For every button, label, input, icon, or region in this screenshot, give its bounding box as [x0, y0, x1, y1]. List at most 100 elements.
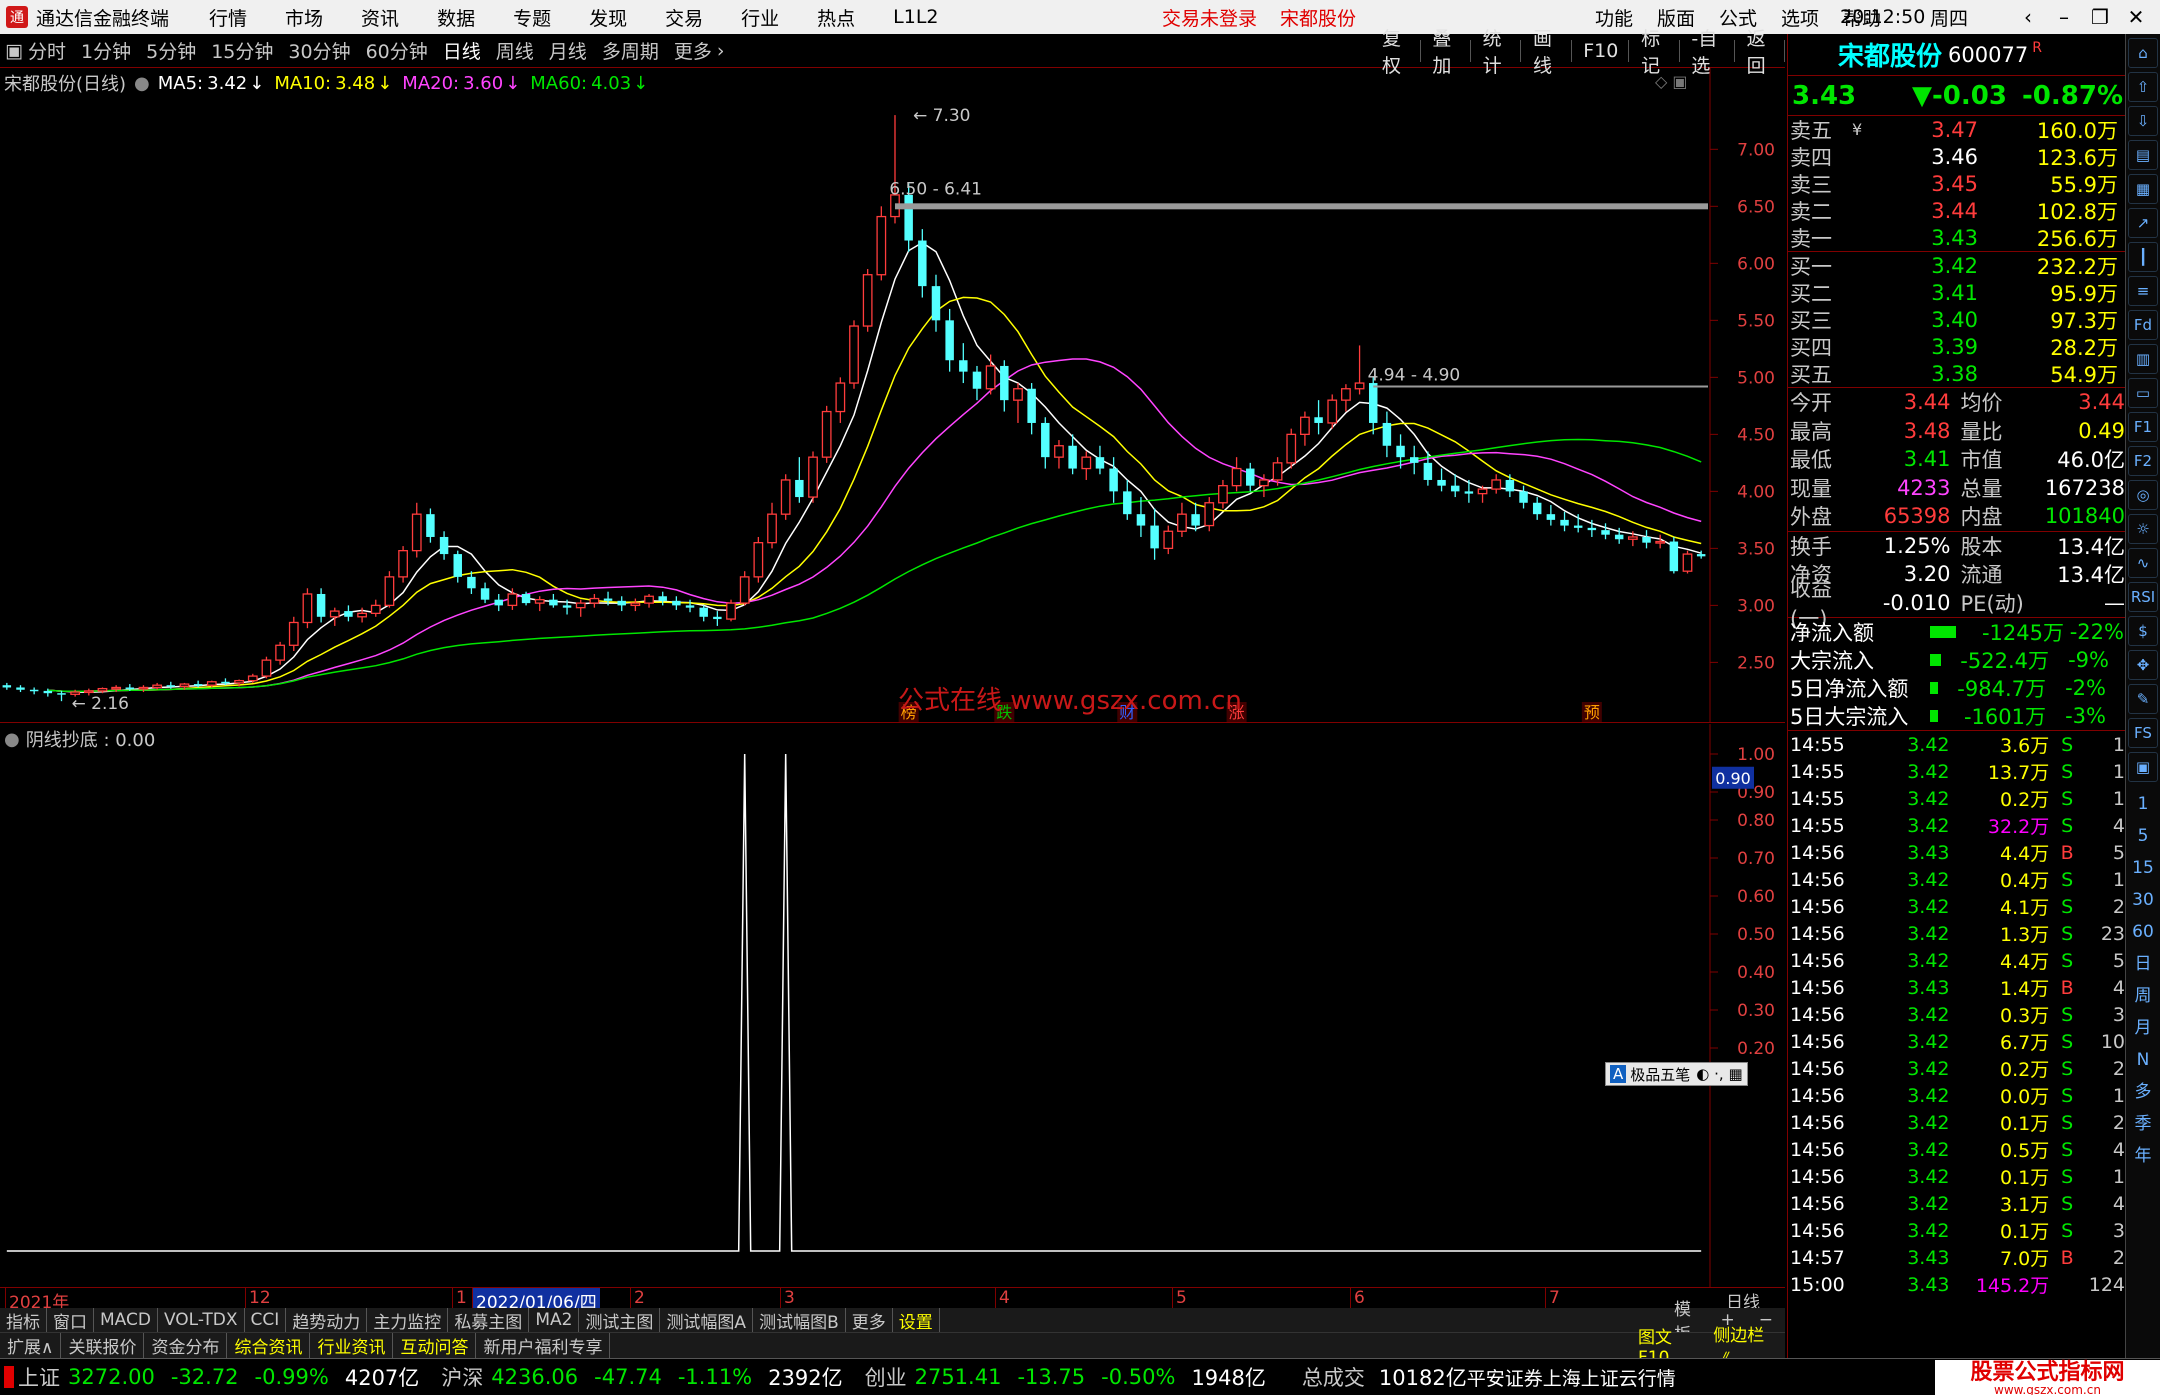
- candle[interactable]: [1013, 383, 1023, 423]
- candle[interactable]: [795, 457, 804, 503]
- candle[interactable]: [1204, 497, 1215, 532]
- extension-tab-1[interactable]: 关联报价: [61, 1332, 145, 1359]
- menu-8[interactable]: 热点: [817, 4, 855, 31]
- candle[interactable]: [575, 599, 586, 617]
- candle[interactable]: [1682, 550, 1693, 574]
- extension-tab-6[interactable]: 新用户福利专享: [476, 1332, 611, 1359]
- candle[interactable]: [1669, 536, 1679, 574]
- up-icon[interactable]: ⇧: [2128, 72, 2158, 102]
- candle[interactable]: [1123, 479, 1132, 520]
- candle[interactable]: [1396, 434, 1405, 469]
- extension-tab-2[interactable]: 资金分布: [144, 1332, 228, 1359]
- candle[interactable]: [275, 641, 285, 665]
- tool-period-10[interactable]: 季: [2126, 1108, 2160, 1140]
- kline-svg[interactable]: 7.00 6.50 6.00 5.50 5.00 4.50 4.00 3.50 3.00 2.50…: [0, 68, 1785, 723]
- tick-row[interactable]: 14:56 3.42 0.4万 S 1: [1788, 866, 2125, 893]
- candle[interactable]: [589, 593, 600, 608]
- period-right-4[interactable]: F10: [1583, 40, 1618, 62]
- candle[interactable]: [1191, 502, 1200, 532]
- kline-icon[interactable]: ┃: [2128, 242, 2158, 272]
- indicator-tab-13[interactable]: 设置: [893, 1308, 940, 1333]
- candle[interactable]: [398, 546, 408, 583]
- tick-row[interactable]: 14:55 3.42 32.2万 S 4: [1788, 812, 2125, 839]
- candle[interactable]: [1218, 479, 1228, 509]
- candle[interactable]: [1027, 383, 1036, 435]
- candle[interactable]: [57, 690, 66, 702]
- tick-row[interactable]: 14:56 3.42 0.1万 S 3: [1788, 1217, 2125, 1244]
- candle[interactable]: [699, 605, 708, 622]
- candle[interactable]: [453, 550, 462, 583]
- candle[interactable]: [411, 502, 422, 558]
- candle[interactable]: [288, 616, 299, 651]
- candle[interactable]: [1519, 485, 1528, 509]
- candle[interactable]: [918, 229, 927, 298]
- tool-period-0[interactable]: 1: [2126, 788, 2160, 820]
- candle[interactable]: [344, 605, 353, 622]
- candle[interactable]: [808, 451, 818, 503]
- book-row[interactable]: 买二 3.41 95.9万: [1788, 279, 2125, 306]
- candle[interactable]: [713, 611, 722, 626]
- index-1[interactable]: 沪深 4236.06 -47.74 -1.11% 2392亿: [441, 1362, 842, 1392]
- indicator-tab-7[interactable]: 私募主图: [448, 1308, 530, 1333]
- indicator-tab-0[interactable]: 指标: [0, 1308, 47, 1333]
- ime-mode-icon[interactable]: ◐ ·, ▦: [1696, 1065, 1742, 1083]
- indicator-svg[interactable]: 1.000.900.800.700.600.500.400.300.200.90: [0, 724, 1785, 1287]
- book-row[interactable]: 卖四 3.46 123.6万: [1788, 143, 2125, 170]
- top-stock-name[interactable]: 宋都股份: [1280, 4, 1356, 31]
- candle[interactable]: [2, 682, 12, 690]
- index-2[interactable]: 创业 2751.41 -13.75 -0.50% 1948亿: [865, 1362, 1266, 1392]
- home-icon[interactable]: ⌂: [2128, 38, 2158, 68]
- candle[interactable]: [1505, 474, 1515, 498]
- candle[interactable]: [1095, 445, 1105, 475]
- candle[interactable]: [1136, 497, 1146, 537]
- tick-row[interactable]: 14:55 3.42 13.7万 S 1: [1788, 758, 2125, 785]
- period-tab-3[interactable]: 15分钟: [211, 37, 273, 64]
- candle[interactable]: [1163, 525, 1174, 555]
- grid-icon[interactable]: ▦: [2128, 174, 2158, 204]
- event-marker[interactable]: 预: [1581, 702, 1602, 722]
- candle[interactable]: [1341, 384, 1351, 412]
- tick-row[interactable]: 14:56 3.42 0.2万 S 2: [1788, 1055, 2125, 1082]
- period-tab-8[interactable]: 月线: [549, 37, 587, 64]
- tick-row[interactable]: 14:56 3.42 1.3万 S 23: [1788, 920, 2125, 947]
- tool-period-8[interactable]: N: [2126, 1044, 2160, 1076]
- candle[interactable]: [985, 354, 996, 395]
- indicator-tab-8[interactable]: MA2: [529, 1308, 580, 1332]
- book-row[interactable]: 卖三 3.45 55.9万: [1788, 170, 2125, 197]
- candle[interactable]: [685, 599, 695, 613]
- candle[interactable]: [480, 582, 490, 604]
- candle[interactable]: [370, 599, 381, 617]
- zoom-icon[interactable]: ▤: [2128, 140, 2158, 170]
- settings-dot-icon[interactable]: ●: [134, 73, 150, 94]
- tick-row[interactable]: 15:00 3.43 145.2万 124: [1788, 1271, 2125, 1298]
- book-row[interactable]: 买四 3.39 28.2万: [1788, 333, 2125, 360]
- candle[interactable]: [1437, 468, 1446, 492]
- candle[interactable]: [959, 343, 968, 384]
- menu-2[interactable]: 资讯: [361, 4, 399, 31]
- candle[interactable]: [261, 656, 272, 679]
- candle[interactable]: [767, 502, 777, 549]
- tick-row[interactable]: 14:55 3.42 3.6万 S 1: [1788, 731, 2125, 758]
- indicator-tab-10[interactable]: 测试幅图A: [660, 1308, 754, 1333]
- indicator-tab-12[interactable]: 更多: [846, 1308, 893, 1333]
- tick-row[interactable]: 14:56 3.43 4.4万 B 5: [1788, 839, 2125, 866]
- candle[interactable]: [16, 685, 25, 693]
- minimize-icon[interactable]: –: [2046, 5, 2082, 29]
- candle[interactable]: [1177, 502, 1187, 537]
- ime-toolbar[interactable]: A 极品五笔 ◐ ·, ▦: [1605, 1062, 1748, 1086]
- pen-icon[interactable]: ✎: [2128, 684, 2158, 714]
- candle[interactable]: [945, 308, 954, 372]
- indicator-tab-11[interactable]: 测试幅图B: [753, 1308, 846, 1333]
- tick-row[interactable]: 14:56 3.42 4.1万 S 2: [1788, 893, 2125, 920]
- period-tab-2[interactable]: 5分钟: [146, 37, 196, 64]
- indicator-chart[interactable]: 1.00 0.90 0.80 0.70 0.60 0.50 0.40 0.30 0.20 0.90…: [0, 724, 1785, 1287]
- money-icon[interactable]: $: [2128, 616, 2158, 646]
- candle[interactable]: [849, 320, 859, 389]
- candle[interactable]: [1409, 445, 1419, 475]
- f10-icon[interactable]: F1: [2128, 412, 2158, 442]
- main-kline-chart[interactable]: 7.00 6.50 6.00 5.50 5.00 4.50 4.00 3.50 3.00 2.50…: [0, 68, 1785, 723]
- line-chart-icon[interactable]: ↗: [2128, 208, 2158, 238]
- candle[interactable]: [1354, 345, 1365, 395]
- fund-icon[interactable]: Fd: [2128, 310, 2158, 340]
- tool-period-11[interactable]: 年: [2126, 1140, 2160, 1172]
